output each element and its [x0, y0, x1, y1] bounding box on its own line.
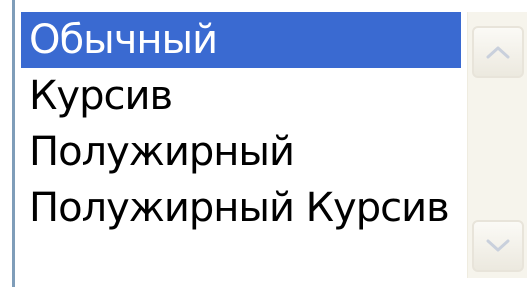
scroll-down-button[interactable]	[472, 220, 524, 272]
font-style-listbox[interactable]: Обычный Курсив Полужирный Полужирный Кур…	[12, 0, 531, 287]
list-item-bold-italic[interactable]: Полужирный Курсив	[21, 180, 461, 236]
list-item-bold[interactable]: Полужирный	[21, 124, 461, 180]
list-item-italic[interactable]: Курсив	[21, 68, 461, 124]
vertical-scrollbar[interactable]	[467, 12, 527, 278]
chevron-up-icon	[485, 44, 511, 60]
chevron-down-icon	[485, 238, 511, 254]
list-item-regular[interactable]: Обычный	[21, 12, 461, 68]
scroll-up-button[interactable]	[472, 26, 524, 78]
font-style-list: Обычный Курсив Полужирный Полужирный Кур…	[21, 12, 461, 236]
